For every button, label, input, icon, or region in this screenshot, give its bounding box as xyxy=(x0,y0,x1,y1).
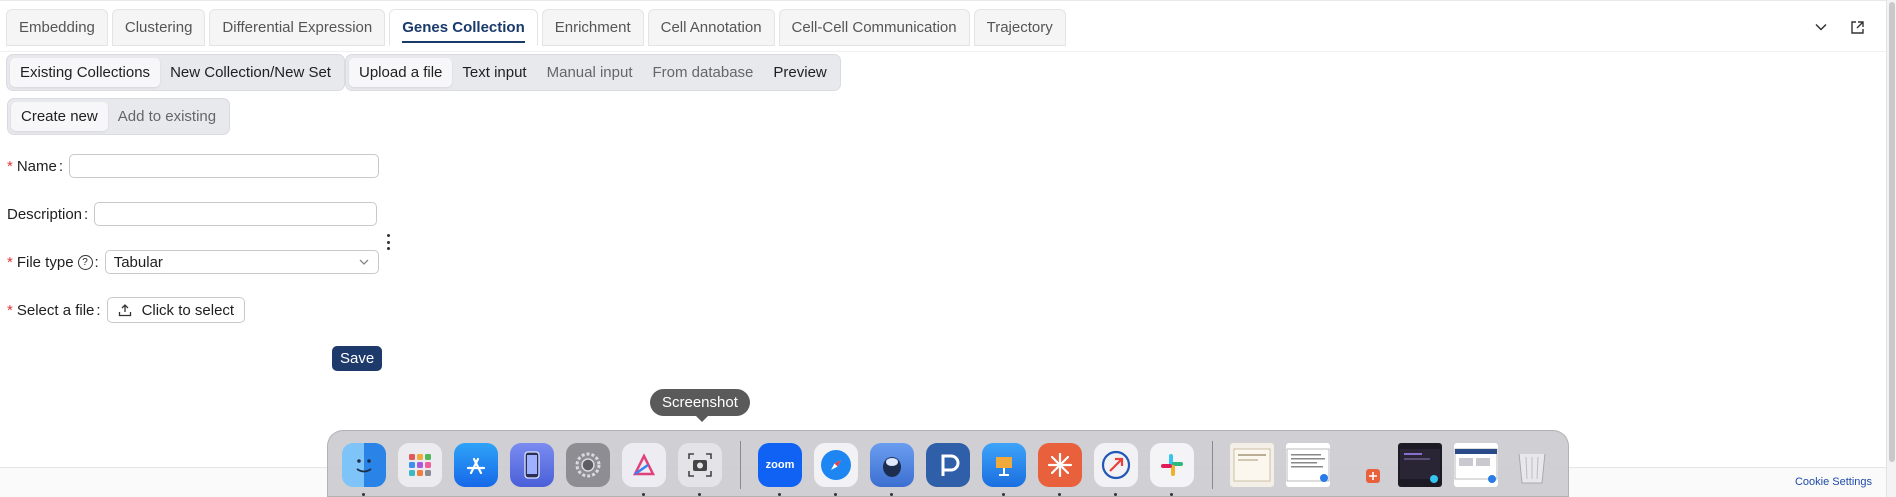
collection-mode-selector: Existing Collections New Collection/New … xyxy=(6,54,345,91)
click-to-select-button[interactable]: Click to select xyxy=(106,297,246,323)
divider xyxy=(0,51,1886,52)
file-type-label: File type xyxy=(16,253,74,271)
description-label: Description xyxy=(7,205,83,223)
scrollbar-thumb[interactable] xyxy=(1889,2,1895,462)
tab-cell-cell-communication[interactable]: Cell-Cell Communication xyxy=(778,9,970,46)
affinity-icon[interactable] xyxy=(622,443,666,487)
open-external-icon[interactable] xyxy=(1848,18,1866,36)
dock-separator xyxy=(740,441,741,489)
trash-icon[interactable] xyxy=(1510,443,1554,487)
safari-icon[interactable] xyxy=(814,443,858,487)
system-settings-icon[interactable] xyxy=(566,443,610,487)
chevron-down-icon[interactable] xyxy=(1812,18,1830,36)
description-row: Description : xyxy=(7,202,378,226)
option-new-collection[interactable]: New Collection/New Set xyxy=(160,58,341,87)
analysis-tabs: Embedding Clustering Differential Expres… xyxy=(6,9,1066,46)
slack-icon[interactable] xyxy=(1150,443,1194,487)
required-mark: * xyxy=(7,253,13,271)
cookie-settings-link[interactable]: Cookie Settings xyxy=(1795,476,1872,488)
dock-tooltip: Screenshot xyxy=(650,389,750,422)
tab-enrichment[interactable]: Enrichment xyxy=(541,9,644,46)
doc-thumbnail-3[interactable] xyxy=(1342,443,1386,487)
option-add-to-existing[interactable]: Add to existing xyxy=(108,102,226,131)
option-from-database[interactable]: From database xyxy=(643,58,764,87)
doc-thumbnail-2[interactable] xyxy=(1286,443,1330,487)
claude-icon[interactable] xyxy=(1038,443,1082,487)
top-tab-bar: Embedding Clustering Differential Expres… xyxy=(0,0,1896,52)
pockity-icon[interactable] xyxy=(926,443,970,487)
tab-trajectory[interactable]: Trajectory xyxy=(973,9,1066,46)
doc-thumbnail-1[interactable] xyxy=(1230,443,1274,487)
save-button[interactable]: Save xyxy=(332,346,383,371)
tab-differential-expression[interactable]: Differential Expression xyxy=(209,9,386,46)
file-type-select[interactable]: Tabular xyxy=(104,250,379,274)
migrate-icon[interactable] xyxy=(1094,443,1138,487)
dock-separator xyxy=(1212,441,1213,489)
name-row: * Name : xyxy=(7,154,380,178)
doc-thumbnail-4[interactable] xyxy=(1398,443,1442,487)
name-label: Name xyxy=(16,157,57,175)
screenshot-icon[interactable] xyxy=(678,443,722,487)
option-create-new[interactable]: Create new xyxy=(11,102,108,131)
chevron-down-icon xyxy=(359,259,369,265)
option-text-input[interactable]: Text input xyxy=(452,58,536,87)
option-preview[interactable]: Preview xyxy=(763,58,836,87)
create-mode-selector: Create new Add to existing xyxy=(7,98,231,135)
option-manual-input[interactable]: Manual input xyxy=(537,58,643,87)
description-input[interactable] xyxy=(94,202,378,226)
ollama-icon[interactable] xyxy=(870,443,914,487)
name-input[interactable] xyxy=(69,154,380,178)
top-actions xyxy=(1812,18,1866,36)
option-existing-collections[interactable]: Existing Collections xyxy=(10,58,161,87)
select-file-label: Select a file xyxy=(16,301,95,319)
app-store-icon[interactable] xyxy=(454,443,498,487)
tab-clustering[interactable]: Clustering xyxy=(111,9,206,46)
option-upload-file[interactable]: Upload a file xyxy=(349,58,453,87)
file-type-row: * File type ? : Tabular xyxy=(7,250,379,274)
required-mark: * xyxy=(7,301,13,319)
file-type-value: Tabular xyxy=(113,253,163,271)
tab-genes-collection[interactable]: Genes Collection xyxy=(389,9,538,46)
launchpad-icon[interactable] xyxy=(398,443,442,487)
doc-thumbnail-5[interactable] xyxy=(1454,443,1498,487)
zoom-icon[interactable]: zoom xyxy=(758,443,802,487)
macos-dock: zoom xyxy=(327,430,1569,497)
help-icon[interactable]: ? xyxy=(77,254,93,270)
input-method-selector: Upload a file Text input Manual input Fr… xyxy=(345,54,841,91)
select-file-row: * Select a file : Click to select xyxy=(7,297,246,323)
finder-icon[interactable] xyxy=(342,443,386,487)
required-mark: * xyxy=(7,157,13,175)
tab-cell-annotation[interactable]: Cell Annotation xyxy=(647,9,775,46)
keynote-icon[interactable] xyxy=(982,443,1026,487)
tab-embedding[interactable]: Embedding xyxy=(6,9,108,46)
simulator-icon[interactable] xyxy=(510,443,554,487)
more-options-icon[interactable] xyxy=(385,234,391,250)
click-to-select-label: Click to select xyxy=(141,301,235,319)
vertical-scrollbar[interactable] xyxy=(1886,0,1896,497)
upload-icon xyxy=(118,304,131,317)
